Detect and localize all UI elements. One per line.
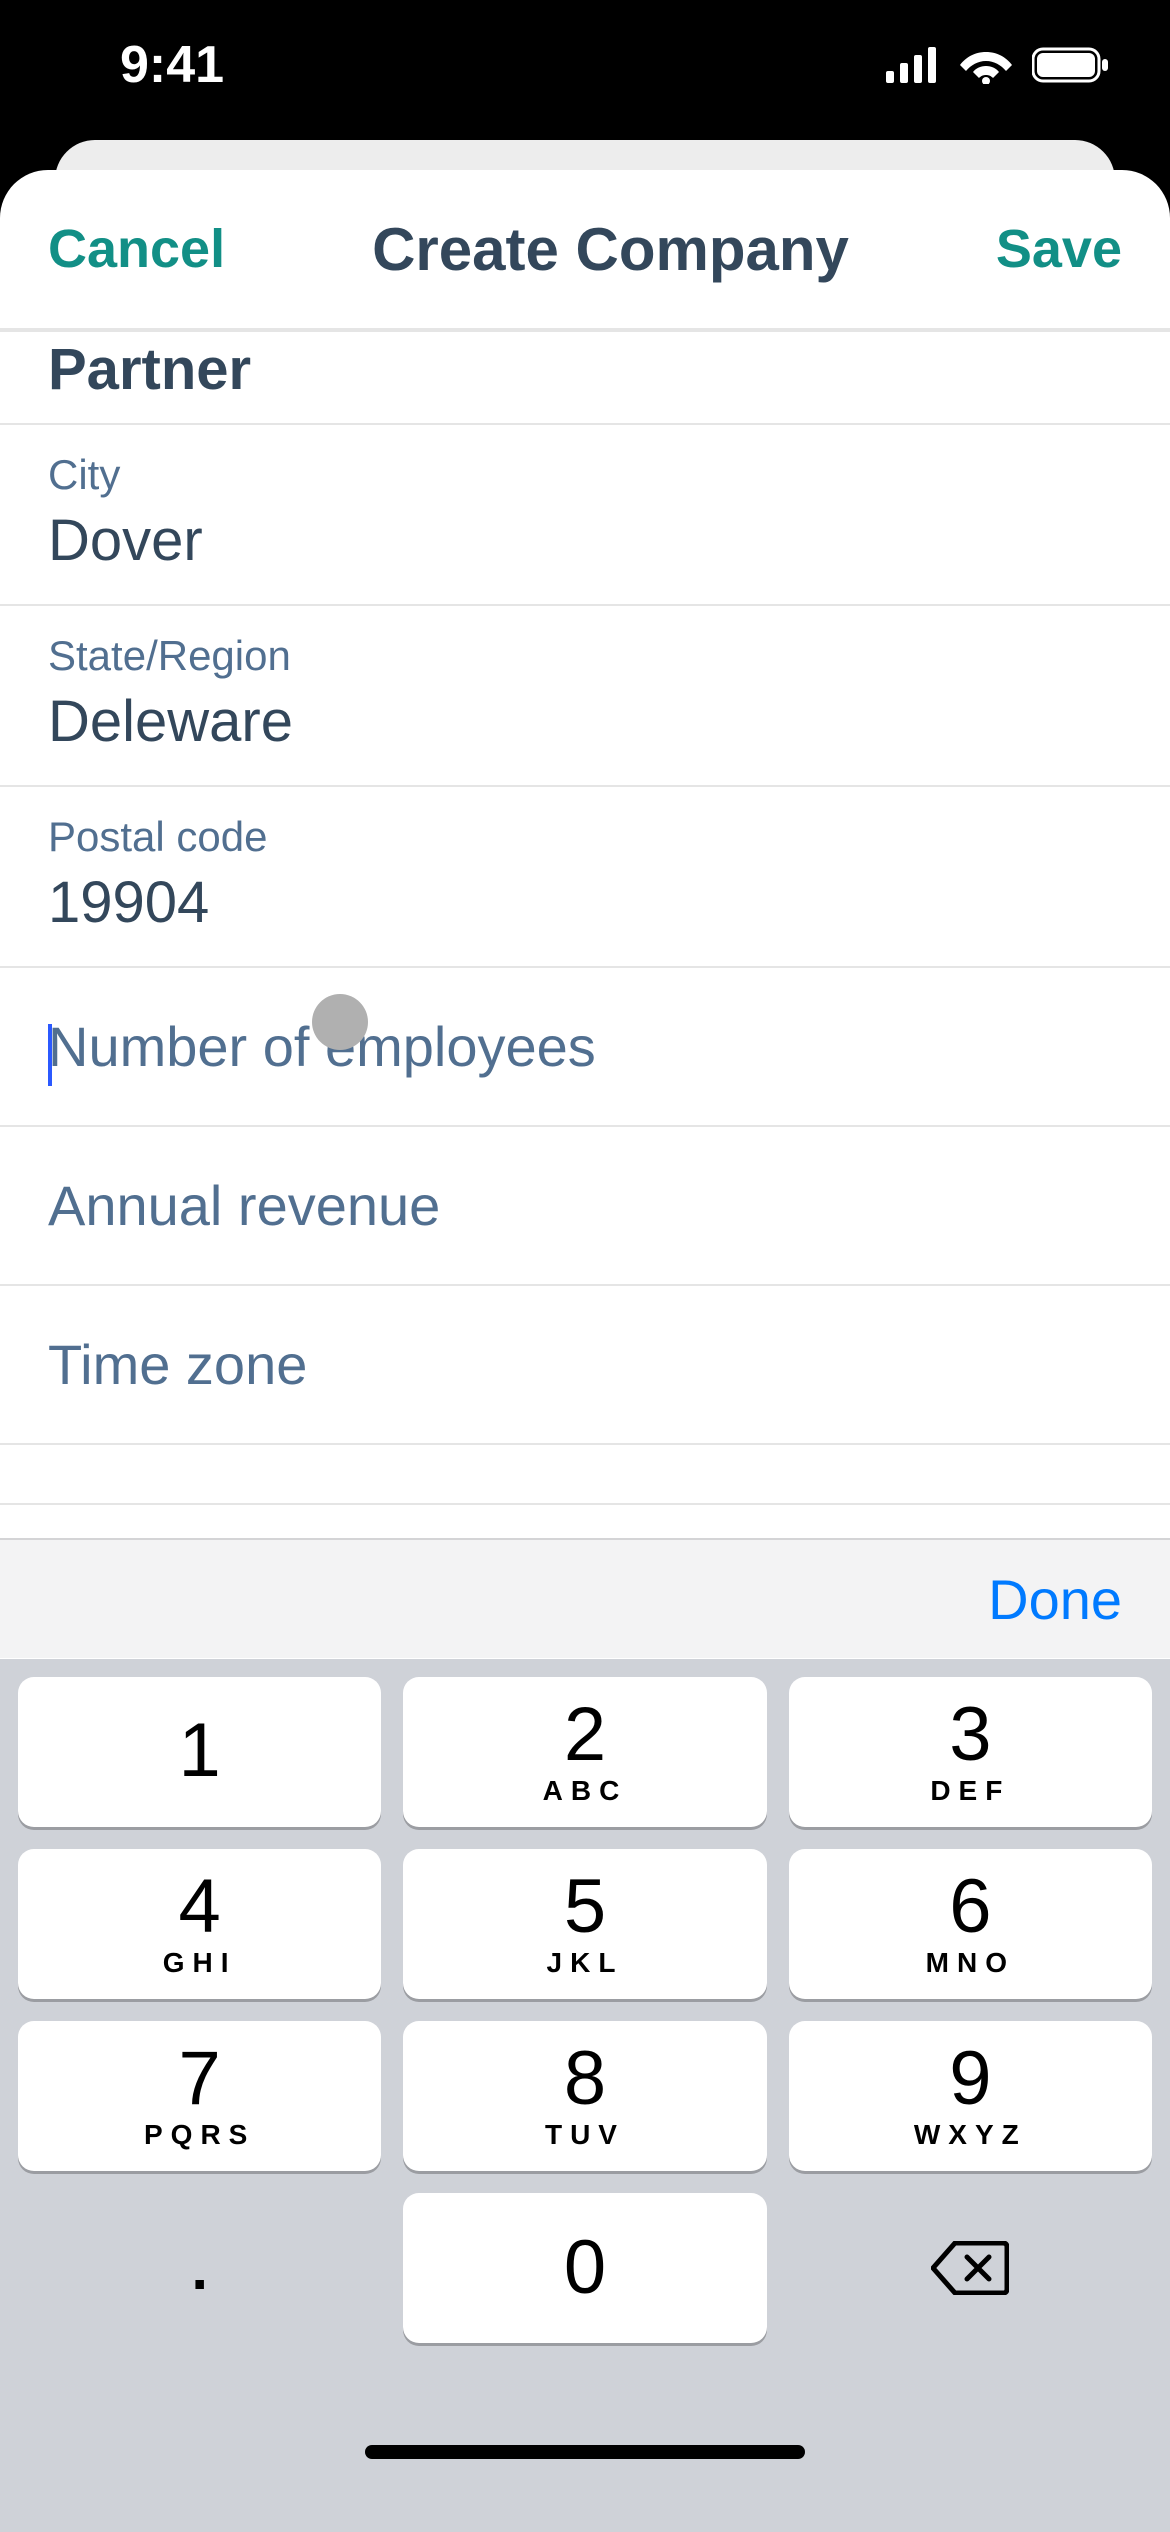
field-row-city[interactable]: City Dover (0, 425, 1170, 606)
key-sub: TUV (545, 2119, 625, 2151)
text-cursor (48, 1024, 52, 1086)
key-num: 3 (949, 1697, 991, 1773)
field-placeholder: Time zone (48, 1332, 1122, 1397)
field-label: State/Region (48, 632, 1122, 680)
key-sub: WXYZ (914, 2119, 1027, 2151)
key-6[interactable]: 6MNO (789, 1849, 1152, 1999)
key-sub: PQRS (144, 2119, 255, 2151)
key-num: 9 (949, 2041, 991, 2117)
key-sub: ABC (543, 1775, 628, 1807)
key-num: 7 (179, 2041, 221, 2117)
cancel-button[interactable]: Cancel (48, 218, 225, 280)
key-sub: DEF (930, 1775, 1010, 1807)
key-num: 8 (564, 2041, 606, 2117)
key-3[interactable]: 3DEF (789, 1677, 1152, 1827)
key-4[interactable]: 4GHI (18, 1849, 381, 1999)
field-value: Deleware (48, 688, 1122, 755)
status-icons (886, 46, 1110, 84)
key-7[interactable]: 7PQRS (18, 2021, 381, 2171)
field-row-employees[interactable]: Number of employees (0, 968, 1170, 1127)
key-sub: MNO (926, 1947, 1015, 1979)
home-indicator-area (0, 2343, 1170, 2483)
key-num: 1 (179, 1713, 221, 1789)
key-1[interactable]: 1 (18, 1677, 381, 1827)
key-2[interactable]: 2ABC (403, 1677, 766, 1827)
field-value: Dover (48, 507, 1122, 574)
key-backspace[interactable] (789, 2193, 1152, 2343)
nav-header: Cancel Create Company Save (0, 170, 1170, 330)
key-9[interactable]: 9WXYZ (789, 2021, 1152, 2171)
wifi-icon (960, 46, 1012, 84)
key-num: 2 (564, 1697, 606, 1773)
key-num: 5 (564, 1869, 606, 1945)
key-5[interactable]: 5JKL (403, 1849, 766, 1999)
field-placeholder: Number of employees (48, 1014, 1122, 1079)
key-sub: JKL (547, 1947, 624, 1979)
form-spacer (0, 1445, 1170, 1505)
form-scroll-area[interactable]: Partner City Dover State/Region Deleware… (0, 330, 1170, 1505)
backspace-icon (931, 2241, 1009, 2295)
modal-sheet: Cancel Create Company Save Partner City … (0, 170, 1170, 2532)
cellular-icon (886, 47, 940, 83)
field-value: Partner (48, 336, 1122, 403)
numeric-keypad: 1 2ABC 3DEF 4GHI 5JKL 6MNO 7PQRS 8TUV 9W… (0, 1659, 1170, 2532)
field-row-partial[interactable]: Partner (0, 330, 1170, 425)
key-num: 0 (564, 2230, 606, 2306)
home-indicator[interactable] (365, 2445, 805, 2459)
key-sub: GHI (163, 1947, 237, 1979)
status-time: 9:41 (120, 35, 224, 95)
key-num: 4 (179, 1869, 221, 1945)
field-label: City (48, 451, 1122, 499)
page-title: Create Company (372, 215, 849, 284)
field-row-revenue[interactable]: Annual revenue (0, 1127, 1170, 1286)
period-label: . (191, 2234, 208, 2303)
field-value: 19904 (48, 869, 1122, 936)
key-period[interactable]: . (18, 2193, 381, 2343)
field-placeholder: Annual revenue (48, 1173, 1122, 1238)
field-label: Postal code (48, 813, 1122, 861)
field-row-postal[interactable]: Postal code 19904 (0, 787, 1170, 968)
key-8[interactable]: 8TUV (403, 2021, 766, 2171)
keyboard-accessory-bar: Done (0, 1538, 1170, 1658)
key-num: 6 (949, 1869, 991, 1945)
key-0[interactable]: 0 (403, 2193, 766, 2343)
status-bar: 9:41 (0, 0, 1170, 130)
field-row-state[interactable]: State/Region Deleware (0, 606, 1170, 787)
battery-icon (1032, 47, 1110, 83)
touch-indicator (312, 994, 368, 1050)
field-row-timezone[interactable]: Time zone (0, 1286, 1170, 1445)
save-button[interactable]: Save (996, 218, 1122, 280)
done-button[interactable]: Done (988, 1567, 1122, 1632)
